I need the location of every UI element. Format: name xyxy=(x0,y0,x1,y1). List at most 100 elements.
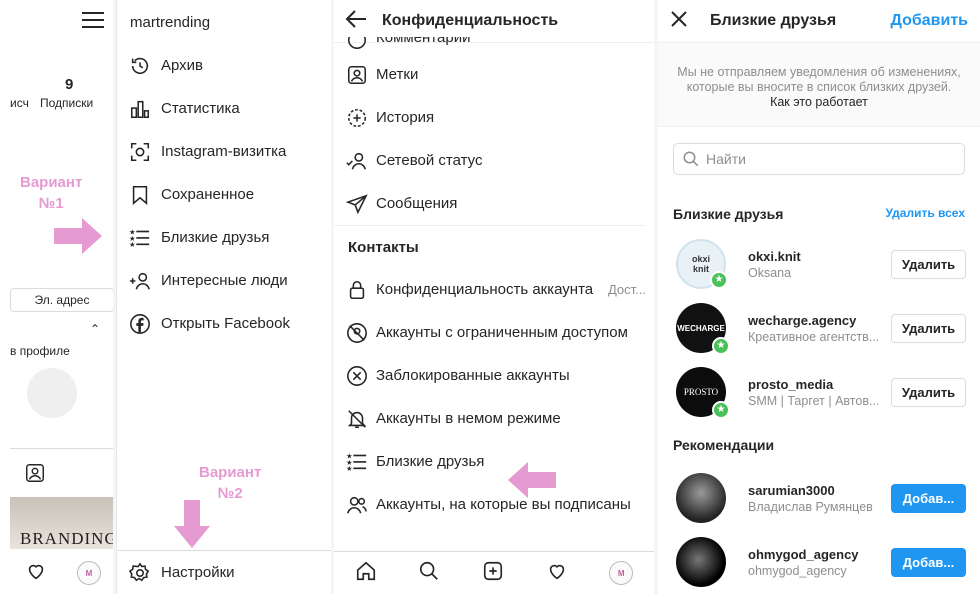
arrow-down-icon xyxy=(172,500,212,555)
chevron-up-icon[interactable]: ⌃ xyxy=(90,322,100,336)
remove-button[interactable]: Удалить xyxy=(891,313,966,343)
privacy-item-tags[interactable]: Метки xyxy=(346,53,646,96)
search-icon[interactable] xyxy=(418,560,440,587)
friend-username[interactable]: sarumian3000 xyxy=(748,483,878,498)
close-icon[interactable] xyxy=(670,10,688,33)
variant-1-annotation: Вариант №1 xyxy=(20,174,83,212)
email-button[interactable]: Эл. адрес xyxy=(10,288,114,312)
messages-icon xyxy=(346,193,368,215)
privacy-item-activity-status[interactable]: Сетевой статус xyxy=(346,139,646,182)
close-friends-header: Близкие друзья Добавить xyxy=(658,0,980,43)
menu-item-facebook[interactable]: Открыть Facebook xyxy=(129,302,332,345)
profile-avatar[interactable]: M xyxy=(77,561,101,585)
story-icon xyxy=(346,107,368,129)
avatar[interactable]: WECHARGE ★ xyxy=(676,303,730,355)
search-icon xyxy=(683,151,699,167)
close-friends-icon: ★ ★ ★ xyxy=(129,227,151,249)
privacy-item-label: Конфиденциальность аккаунта xyxy=(376,281,594,298)
menu-item-discover-people[interactable]: Интересные люди xyxy=(129,259,332,302)
privacy-item-close-friends[interactable]: ★ ★ ★ Близкие друзья xyxy=(346,440,646,483)
privacy-item-messages[interactable]: Сообщения xyxy=(346,182,646,225)
following-label[interactable]: Подписки xyxy=(40,96,93,110)
how-it-works-link[interactable]: Как это работает xyxy=(658,95,980,110)
privacy-item-label: Заблокированные аккаунты xyxy=(376,367,570,384)
avatar[interactable] xyxy=(676,473,726,523)
info-notice: Мы не отправляем уведомления об изменени… xyxy=(658,43,980,127)
privacy-item-restricted[interactable]: Аккаунты с ограниченным доступом xyxy=(346,311,646,354)
tag-icon xyxy=(346,64,368,86)
add-friend-button[interactable]: Добав... xyxy=(891,547,966,577)
privacy-item-following[interactable]: Аккаунты, на которые вы подписаны xyxy=(346,483,646,526)
home-icon[interactable] xyxy=(355,560,377,587)
privacy-item-comments[interactable]: Комментарии xyxy=(346,37,646,53)
friend-subtitle: SMM | Таргет | Автов... xyxy=(748,393,878,408)
highlight-placeholder[interactable] xyxy=(27,368,77,418)
star-badge-icon: ★ xyxy=(712,337,730,355)
privacy-item-muted[interactable]: Аккаунты в немом режиме xyxy=(346,397,646,440)
privacy-item-label: Близкие друзья xyxy=(376,453,485,470)
nametag-icon xyxy=(129,141,151,163)
heart-icon[interactable] xyxy=(25,560,47,587)
add-button[interactable]: Добавить xyxy=(891,12,969,30)
friend-username[interactable]: ohmygod_agency xyxy=(748,547,878,562)
remove-button[interactable]: Удалить xyxy=(891,249,966,279)
menu-item-label: Статистика xyxy=(161,100,240,117)
avatar[interactable]: PROSTO ★ xyxy=(676,367,730,419)
tagged-icon[interactable] xyxy=(24,462,46,489)
friend-username[interactable]: prosto_media xyxy=(748,377,878,392)
discover-people-icon xyxy=(129,270,151,292)
menu-item-label: Архив xyxy=(161,57,204,74)
search-input[interactable]: Найти xyxy=(673,143,965,175)
settings-button[interactable]: Настройки xyxy=(117,550,332,594)
friend-subtitle: Креативное агентств... xyxy=(748,329,878,344)
privacy-item-label: Сетевой статус xyxy=(376,152,483,169)
new-post-icon[interactable] xyxy=(482,560,504,587)
add-friend-button[interactable]: Добав... xyxy=(891,483,966,513)
friend-info: sarumian3000 Владислав Румянцев xyxy=(748,483,878,514)
search-placeholder: Найти xyxy=(706,151,746,167)
privacy-panel: Конфиденциальность Комментарии Метки Ист… xyxy=(334,0,654,594)
followers-label-partial: исч xyxy=(10,96,29,110)
profile-avatar[interactable]: M xyxy=(609,561,634,585)
following-count[interactable]: 9 xyxy=(65,76,73,93)
blocked-icon xyxy=(346,365,368,387)
privacy-item-blocked[interactable]: Заблокированные аккаунты xyxy=(346,354,646,397)
side-menu: Архив Статистика Instagram-визитка Сохра… xyxy=(129,44,332,345)
arrow-left-icon xyxy=(506,460,556,505)
post-thumbnail[interactable]: BRANDING xyxy=(10,497,116,549)
bookmark-icon xyxy=(129,184,151,206)
menu-item-saved[interactable]: Сохраненное xyxy=(129,173,332,216)
avatar-text: WECHARGE xyxy=(677,323,725,333)
section-title: Близкие друзья xyxy=(673,206,784,222)
heart-icon[interactable] xyxy=(546,560,568,587)
menu-item-stats[interactable]: Статистика xyxy=(129,87,332,130)
arrow-right-icon xyxy=(54,216,104,261)
menu-item-close-friends[interactable]: ★ ★ ★ Близкие друзья xyxy=(129,216,332,259)
notice-text: которые вы вносите в список близких друз… xyxy=(686,80,952,94)
back-arrow-icon[interactable] xyxy=(344,8,368,35)
menu-item-nametag[interactable]: Instagram-визитка xyxy=(129,130,332,173)
stats-icon xyxy=(129,98,151,120)
menu-item-archive[interactable]: Архив xyxy=(129,44,332,87)
privacy-item-account-privacy[interactable]: Конфиденциальность аккаунта Дост... xyxy=(346,268,646,311)
privacy-item-story[interactable]: История xyxy=(346,96,646,139)
remove-all-button[interactable]: Удалить всех xyxy=(885,206,965,222)
hamburger-menu-icon[interactable] xyxy=(82,12,104,30)
contacts-section-header: Контакты xyxy=(334,225,646,268)
privacy-item-label: Комментарии xyxy=(376,37,471,46)
star-badge-icon: ★ xyxy=(710,271,728,289)
profile-panel: 9 исч Подписки Вариант №1 Эл. адрес ⌃ в … xyxy=(10,0,116,594)
avatar[interactable]: okxi knit ★ xyxy=(676,239,728,289)
friends-section-header: Близкие друзья Удалить всех xyxy=(673,206,965,222)
remove-button[interactable]: Удалить xyxy=(891,377,966,407)
avatar[interactable] xyxy=(676,537,726,587)
friend-subtitle: Владислав Румянцев xyxy=(748,499,873,514)
star-badge-icon: ★ xyxy=(712,401,730,419)
username: martrending xyxy=(130,14,211,31)
svg-text:★: ★ xyxy=(129,240,136,249)
friend-username[interactable]: wecharge.agency xyxy=(748,313,878,328)
following-icon xyxy=(346,494,368,516)
friend-username[interactable]: okxi.knit xyxy=(748,249,878,264)
in-profile-label: в профиле xyxy=(10,344,70,358)
friend-subtitle: ohmygod_agency xyxy=(748,563,847,578)
